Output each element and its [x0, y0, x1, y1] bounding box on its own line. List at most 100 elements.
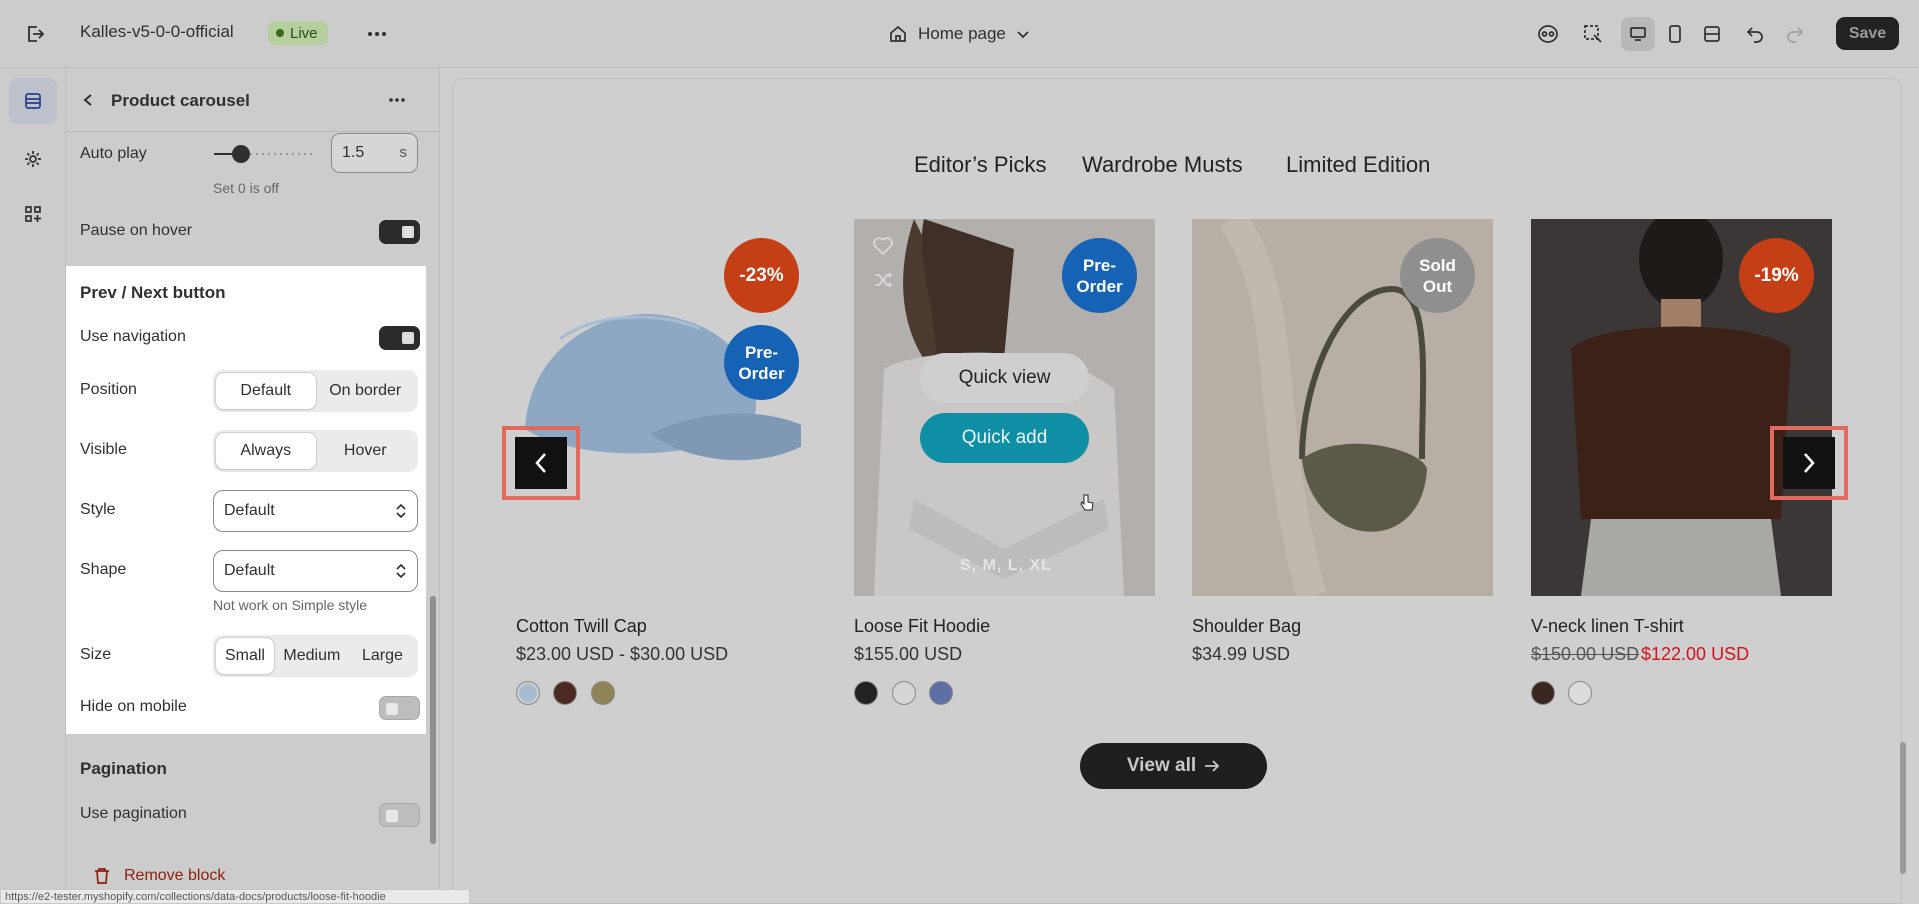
view-all-label: View all [1126, 755, 1197, 776]
shape-help: Not work on Simple style [213, 597, 368, 613]
use-navigation-toggle[interactable] [379, 326, 420, 350]
view-all-button[interactable]: View all [1080, 743, 1267, 789]
arrow-right-icon [1205, 760, 1220, 772]
tab-wardrobe-musts[interactable]: Wardrobe Musts [1082, 152, 1243, 178]
remove-block-label: Remove block [124, 867, 226, 884]
autoplay-unit: s [399, 144, 408, 161]
position-on-border-option[interactable]: On border [316, 373, 416, 409]
product-name[interactable]: V-neck linen T-shirt [1531, 616, 1684, 637]
live-label: Live [290, 24, 318, 42]
color-swatch[interactable] [929, 681, 953, 705]
autoplay-help: Set 0 is off [213, 180, 279, 196]
size-list: S, M, L, XL [960, 557, 1052, 574]
cursor-icon [1080, 494, 1094, 516]
shape-value: Default [224, 562, 275, 579]
color-swatch[interactable] [553, 681, 577, 705]
hide-mobile-toggle[interactable] [379, 696, 420, 720]
product-name[interactable]: Shoulder Bag [1192, 616, 1301, 637]
status-url: https://e2-tester.myshopify.com/collecti… [0, 889, 470, 904]
product-name[interactable]: Loose Fit Hoodie [854, 616, 990, 637]
tab-limited-edition[interactable]: Limited Edition [1286, 152, 1430, 178]
home-icon [890, 25, 906, 42]
product-name[interactable]: Cotton Twill Cap [516, 616, 647, 637]
product-price: $155.00 USD [854, 644, 963, 664]
page-selector[interactable]: Home page [888, 20, 1030, 48]
autoplay-input[interactable]: 1.5 s [331, 133, 418, 173]
visible-hover-option[interactable]: Hover [316, 433, 416, 469]
prev-next-heading: Prev / Next button [80, 283, 226, 302]
chevron-right-icon [1804, 453, 1815, 473]
live-dot-icon [276, 29, 284, 37]
trash-icon [95, 868, 109, 884]
more-options-icon[interactable] [362, 20, 392, 48]
quick-add-button[interactable]: Quick add [920, 413, 1089, 463]
remove-block-button[interactable]: Remove block [94, 867, 225, 885]
redo-icon[interactable] [1780, 19, 1810, 49]
autoplay-value: 1.5 [342, 144, 365, 161]
size-segment: Small Medium Large [213, 635, 418, 677]
visible-always-option[interactable]: Always [216, 433, 316, 469]
size-small-option[interactable]: Small [216, 638, 274, 674]
prev-next-panel: Prev / Next button Use navigation Positi… [66, 266, 426, 734]
desktop-view-icon[interactable] [1621, 17, 1655, 51]
discount-badge: -19% [1739, 238, 1814, 313]
style-label: Style [80, 501, 116, 518]
position-label: Position [80, 381, 137, 398]
visible-segment: Always Hover [213, 430, 418, 472]
color-swatch[interactable] [1568, 681, 1592, 705]
product-old-price: $150.00 USD [1531, 644, 1640, 664]
color-swatch[interactable] [892, 681, 916, 705]
inspector-icon[interactable] [1578, 20, 1608, 48]
carousel-next-button[interactable] [1770, 426, 1848, 500]
sidebar-scrollbar[interactable] [430, 596, 436, 844]
ai-icon[interactable] [1533, 20, 1563, 48]
use-pagination-toggle[interactable] [379, 803, 420, 827]
size-large-option[interactable]: Large [350, 638, 415, 674]
autoplay-slider[interactable] [214, 144, 314, 164]
size-medium-option[interactable]: Medium [274, 638, 350, 674]
preview-scrollbar[interactable] [1900, 742, 1906, 874]
left-rail [0, 68, 66, 904]
settings-gear-icon[interactable] [14, 140, 52, 178]
fullscreen-icon[interactable] [1695, 17, 1729, 51]
wishlist-heart-icon[interactable] [870, 234, 896, 258]
top-bar: Kalles-v5-0-0-official Live Home page Sa… [0, 0, 1919, 68]
carousel-prev-button[interactable] [502, 426, 580, 500]
exit-icon[interactable] [20, 19, 50, 49]
sections-icon[interactable] [9, 78, 57, 124]
product-price: $23.00 USD - $30.00 USD [516, 644, 729, 664]
color-swatch[interactable] [1531, 681, 1555, 705]
position-segment: Default On border [213, 370, 418, 412]
quick-view-button[interactable]: Quick view [920, 353, 1089, 403]
save-button[interactable]: Save [1836, 17, 1899, 50]
chevron-down-icon [1017, 31, 1029, 39]
pause-hover-label: Pause on hover [80, 222, 193, 239]
style-select[interactable]: Default [213, 490, 418, 532]
block-more-icon[interactable] [382, 88, 412, 112]
page-label: Home page [918, 24, 1006, 43]
mobile-view-icon[interactable] [1658, 17, 1692, 51]
store-name: Kalles-v5-0-0-official [80, 22, 234, 41]
live-badge: Live [268, 21, 328, 45]
compare-shuffle-icon[interactable] [870, 268, 896, 292]
undo-icon[interactable] [1740, 19, 1770, 49]
apps-icon[interactable] [14, 195, 52, 233]
style-value: Default [224, 502, 275, 519]
discount-badge: -23% [724, 238, 799, 313]
shape-label: Shape [80, 561, 127, 578]
hide-mobile-label: Hide on mobile [80, 698, 187, 715]
shape-select[interactable]: Default [213, 550, 418, 592]
select-arrows-icon [396, 563, 406, 579]
product-price: $34.99 USD [1192, 644, 1291, 664]
size-label: Size [80, 646, 112, 663]
product-sale-price: $122.00 USD [1641, 644, 1750, 664]
position-default-option[interactable]: Default [216, 373, 316, 409]
color-swatch[interactable] [516, 681, 540, 705]
tab-editors-picks[interactable]: Editor’s Picks [914, 152, 1046, 178]
pause-hover-toggle[interactable] [379, 220, 420, 244]
color-swatch[interactable] [591, 681, 615, 705]
back-arrow-icon[interactable] [76, 88, 100, 112]
color-swatch[interactable] [854, 681, 878, 705]
autoplay-label: Auto play [80, 145, 147, 162]
chevron-left-icon [535, 453, 546, 473]
